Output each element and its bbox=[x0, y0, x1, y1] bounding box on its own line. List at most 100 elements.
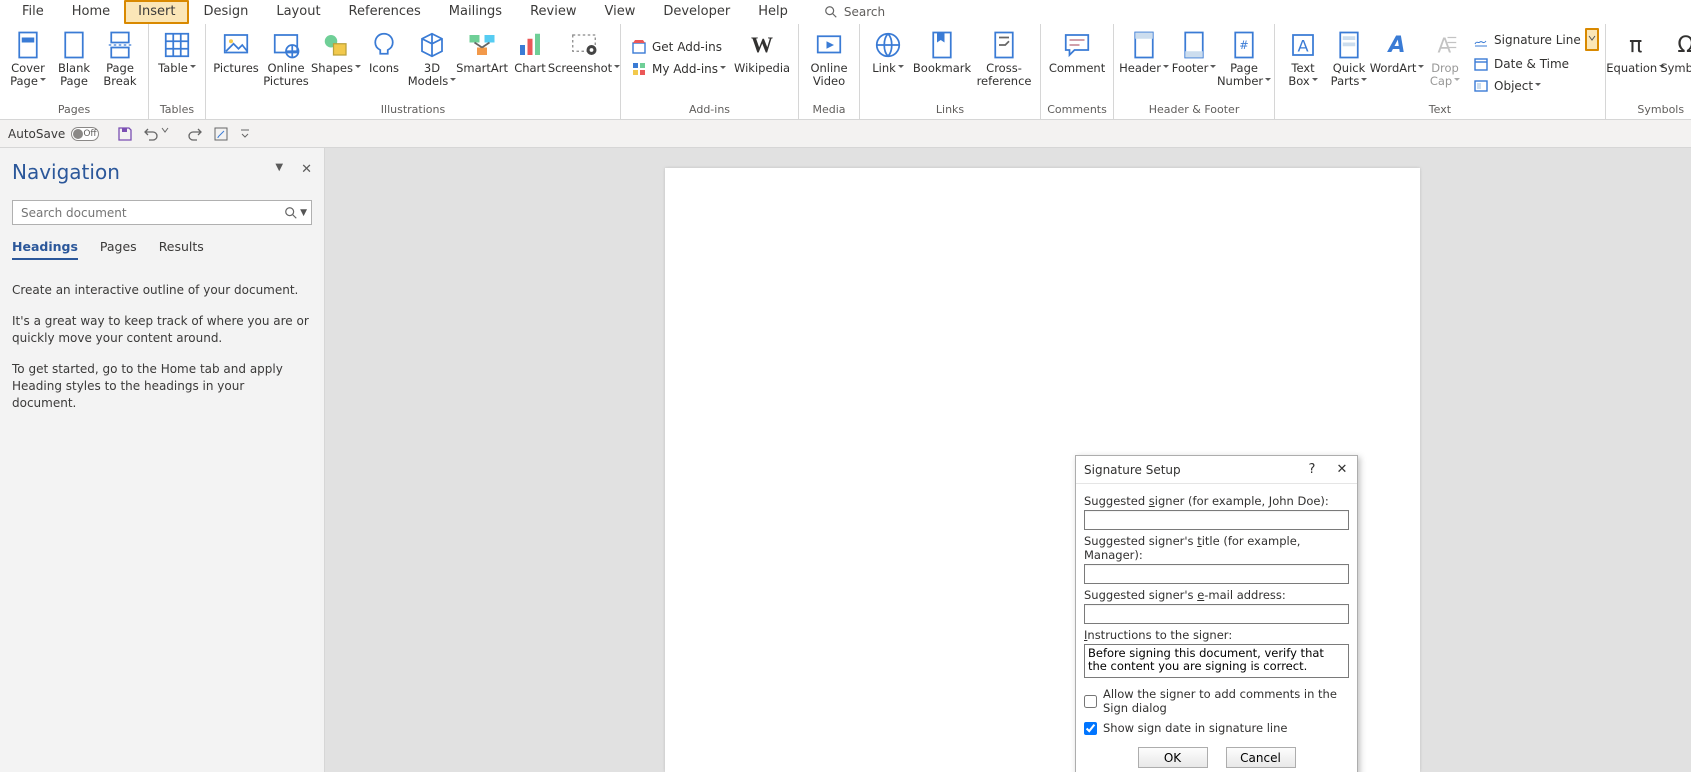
autosave-toggle[interactable]: AutoSave Off bbox=[8, 127, 107, 141]
signature-icon bbox=[1473, 32, 1489, 48]
instructions-textarea[interactable] bbox=[1084, 644, 1349, 678]
instructions-label: Instructions to the signer: bbox=[1084, 628, 1349, 642]
tab-insert[interactable]: Insert bbox=[124, 0, 189, 24]
allow-comments-checkbox[interactable] bbox=[1084, 695, 1097, 708]
tab-help[interactable]: Help bbox=[744, 0, 802, 24]
ok-button[interactable]: OK bbox=[1138, 747, 1208, 768]
comment-button[interactable]: Comment bbox=[1047, 26, 1107, 75]
online-video-button[interactable]: Online Video bbox=[805, 26, 853, 88]
wikipedia-button[interactable]: W Wikipedia bbox=[732, 26, 792, 75]
footer-button[interactable]: Footer bbox=[1170, 26, 1218, 75]
dialog-title: Signature Setup bbox=[1076, 463, 1297, 477]
wordart-button[interactable]: A WordArt bbox=[1373, 26, 1421, 75]
comment-icon bbox=[1062, 30, 1092, 60]
nav-dropdown-icon[interactable]: ▼ bbox=[275, 162, 283, 177]
dialog-help-button[interactable]: ? bbox=[1297, 462, 1327, 477]
get-addins-button[interactable]: Get Add-ins bbox=[627, 38, 730, 56]
signer-title-input[interactable] bbox=[1084, 564, 1349, 584]
tab-layout[interactable]: Layout bbox=[262, 0, 334, 24]
cross-reference-button[interactable]: Cross- reference bbox=[974, 26, 1034, 88]
navigation-search-button[interactable]: ▼ bbox=[280, 206, 311, 220]
footer-icon bbox=[1179, 30, 1209, 60]
group-links: Link Bookmark Cross- reference Links bbox=[860, 24, 1041, 119]
tab-mailings[interactable]: Mailings bbox=[435, 0, 516, 24]
table-icon bbox=[162, 30, 192, 60]
tab-developer[interactable]: Developer bbox=[649, 0, 744, 24]
undo-icon bbox=[143, 126, 159, 142]
undo-button[interactable] bbox=[143, 126, 177, 142]
signer-email-input[interactable] bbox=[1084, 604, 1349, 624]
group-comments: Comment Comments bbox=[1041, 24, 1114, 119]
smartart-icon bbox=[467, 30, 497, 60]
redo-icon[interactable] bbox=[187, 126, 203, 142]
header-button[interactable]: Header bbox=[1120, 26, 1168, 75]
chevron-down-icon bbox=[1588, 30, 1596, 46]
object-button[interactable]: Object bbox=[1469, 77, 1599, 95]
group-label-tables: Tables bbox=[155, 102, 199, 119]
pictures-button[interactable]: Pictures bbox=[212, 26, 260, 75]
nav-tab-results[interactable]: Results bbox=[159, 239, 204, 260]
object-icon bbox=[1473, 78, 1489, 94]
group-label-links: Links bbox=[866, 102, 1034, 119]
group-text: A Text Box Quick Parts A WordArt A Drop … bbox=[1275, 24, 1606, 119]
equation-button[interactable]: π Equation bbox=[1612, 26, 1660, 75]
signature-line-dropdown[interactable] bbox=[1585, 28, 1599, 51]
navigation-search-input[interactable] bbox=[13, 206, 280, 220]
group-symbols: π Equation Ω Symbol Symbols bbox=[1606, 24, 1691, 119]
page-break-button[interactable]: Page Break bbox=[98, 26, 142, 88]
drop-cap-button[interactable]: A Drop Cap bbox=[1423, 26, 1467, 88]
bookmark-button[interactable]: Bookmark bbox=[912, 26, 972, 75]
search-icon bbox=[824, 5, 838, 19]
symbol-button[interactable]: Ω Symbol bbox=[1662, 26, 1691, 75]
group-illustrations: Pictures Online Pictures Shapes Icons 3D… bbox=[206, 24, 621, 119]
editor-icon[interactable] bbox=[213, 126, 229, 142]
screenshot-button[interactable]: Screenshot bbox=[554, 26, 614, 75]
icons-button[interactable]: Icons bbox=[362, 26, 406, 75]
page-number-icon: # bbox=[1229, 30, 1259, 60]
signer-email-label: Suggested signer's e-mail address: bbox=[1084, 588, 1349, 602]
show-date-checkbox[interactable] bbox=[1084, 722, 1097, 735]
tab-file[interactable]: File bbox=[8, 0, 58, 24]
quick-parts-button[interactable]: Quick Parts bbox=[1327, 26, 1371, 88]
blank-page-button[interactable]: Blank Page bbox=[52, 26, 96, 88]
navigation-pane: Navigation ▼ ✕ ▼ Headings Pages Results … bbox=[0, 148, 325, 772]
group-tables: Table Tables bbox=[149, 24, 206, 119]
link-button[interactable]: Link bbox=[866, 26, 910, 75]
text-box-button[interactable]: A Text Box bbox=[1281, 26, 1325, 88]
tab-references[interactable]: References bbox=[335, 0, 435, 24]
tab-home[interactable]: Home bbox=[58, 0, 124, 24]
cover-page-button[interactable]: Cover Page bbox=[6, 26, 50, 88]
chart-button[interactable]: Chart bbox=[508, 26, 552, 75]
table-button[interactable]: Table bbox=[155, 26, 199, 75]
group-media: Online Video Media bbox=[799, 24, 860, 119]
page-number-button[interactable]: # Page Number bbox=[1220, 26, 1268, 88]
text-box-icon: A bbox=[1288, 30, 1318, 60]
header-icon bbox=[1129, 30, 1159, 60]
nav-close-icon[interactable]: ✕ bbox=[301, 162, 312, 177]
cancel-button[interactable]: Cancel bbox=[1226, 747, 1296, 768]
dialog-close-button[interactable]: ✕ bbox=[1327, 462, 1357, 477]
screenshot-icon bbox=[569, 30, 599, 60]
signer-input[interactable] bbox=[1084, 510, 1349, 530]
date-time-button[interactable]: Date & Time bbox=[1469, 55, 1599, 73]
group-label-symbols: Symbols bbox=[1612, 102, 1691, 119]
tell-me-search[interactable]: Search bbox=[824, 0, 885, 24]
my-addins-button[interactable]: My Add-ins bbox=[627, 60, 730, 78]
smartart-button[interactable]: SmartArt bbox=[458, 26, 506, 75]
dialog-titlebar[interactable]: Signature Setup ? ✕ bbox=[1076, 456, 1357, 484]
tab-design[interactable]: Design bbox=[189, 0, 262, 24]
online-pictures-button[interactable]: Online Pictures bbox=[262, 26, 310, 88]
nav-tab-headings[interactable]: Headings bbox=[12, 239, 78, 260]
save-icon[interactable] bbox=[117, 126, 133, 142]
nav-tab-pages[interactable]: Pages bbox=[100, 239, 137, 260]
navigation-search[interactable]: ▼ bbox=[12, 200, 312, 225]
customize-qat-icon[interactable] bbox=[239, 126, 255, 142]
document-area[interactable]: Signature Setup ? ✕ Suggested signer (fo… bbox=[325, 148, 1691, 772]
shapes-button[interactable]: Shapes bbox=[312, 26, 360, 75]
3d-models-button[interactable]: 3D Models bbox=[408, 26, 456, 88]
signature-line-button[interactable]: Signature Line bbox=[1469, 31, 1585, 49]
tab-review[interactable]: Review bbox=[516, 0, 590, 24]
group-label-media: Media bbox=[805, 102, 853, 119]
tab-view[interactable]: View bbox=[590, 0, 649, 24]
video-icon bbox=[814, 30, 844, 60]
